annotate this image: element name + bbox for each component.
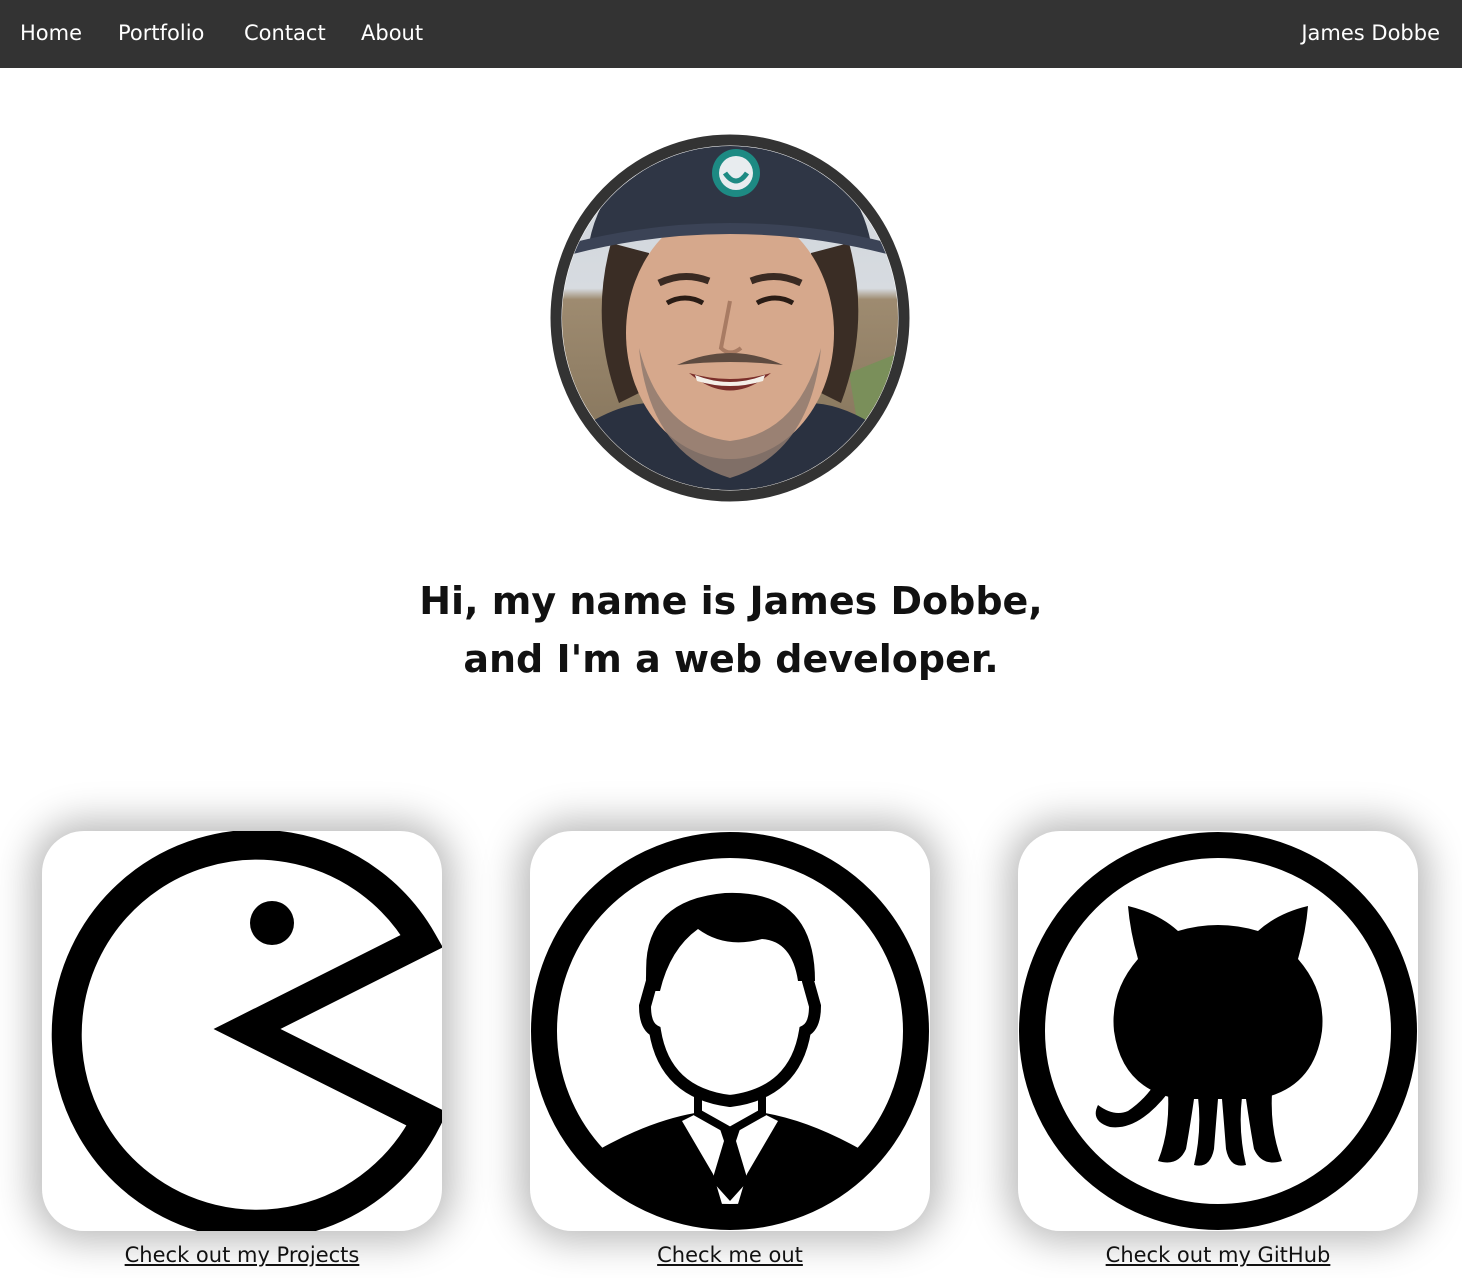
nav-link-home[interactable]: Home bbox=[20, 19, 82, 47]
about-me-card[interactable] bbox=[530, 831, 930, 1231]
pacman-icon bbox=[51, 831, 442, 1231]
profile-avatar bbox=[549, 133, 911, 503]
hero-line-2: and I'm a web developer. bbox=[463, 637, 999, 681]
navbar: Home Portfolio Contact About James Dobbe bbox=[0, 0, 1462, 68]
nav-link-portfolio[interactable]: Portfolio bbox=[118, 19, 204, 47]
person-icon bbox=[531, 832, 929, 1230]
projects-card[interactable] bbox=[42, 831, 442, 1231]
brand-name[interactable]: James Dobbe bbox=[1301, 19, 1440, 47]
about-me-link[interactable]: Check me out bbox=[530, 1238, 930, 1272]
github-card[interactable] bbox=[1018, 831, 1418, 1231]
projects-link[interactable]: Check out my Projects bbox=[42, 1238, 442, 1272]
hero-heading: Hi, my name is James Dobbe, and I'm a we… bbox=[331, 572, 1131, 688]
nav-link-contact[interactable]: Contact bbox=[244, 19, 326, 47]
hero-line-1: Hi, my name is James Dobbe, bbox=[419, 579, 1043, 623]
github-octocat-icon bbox=[1019, 832, 1417, 1230]
nav-link-about[interactable]: About bbox=[361, 19, 423, 47]
github-link[interactable]: Check out my GitHub bbox=[1018, 1238, 1418, 1272]
